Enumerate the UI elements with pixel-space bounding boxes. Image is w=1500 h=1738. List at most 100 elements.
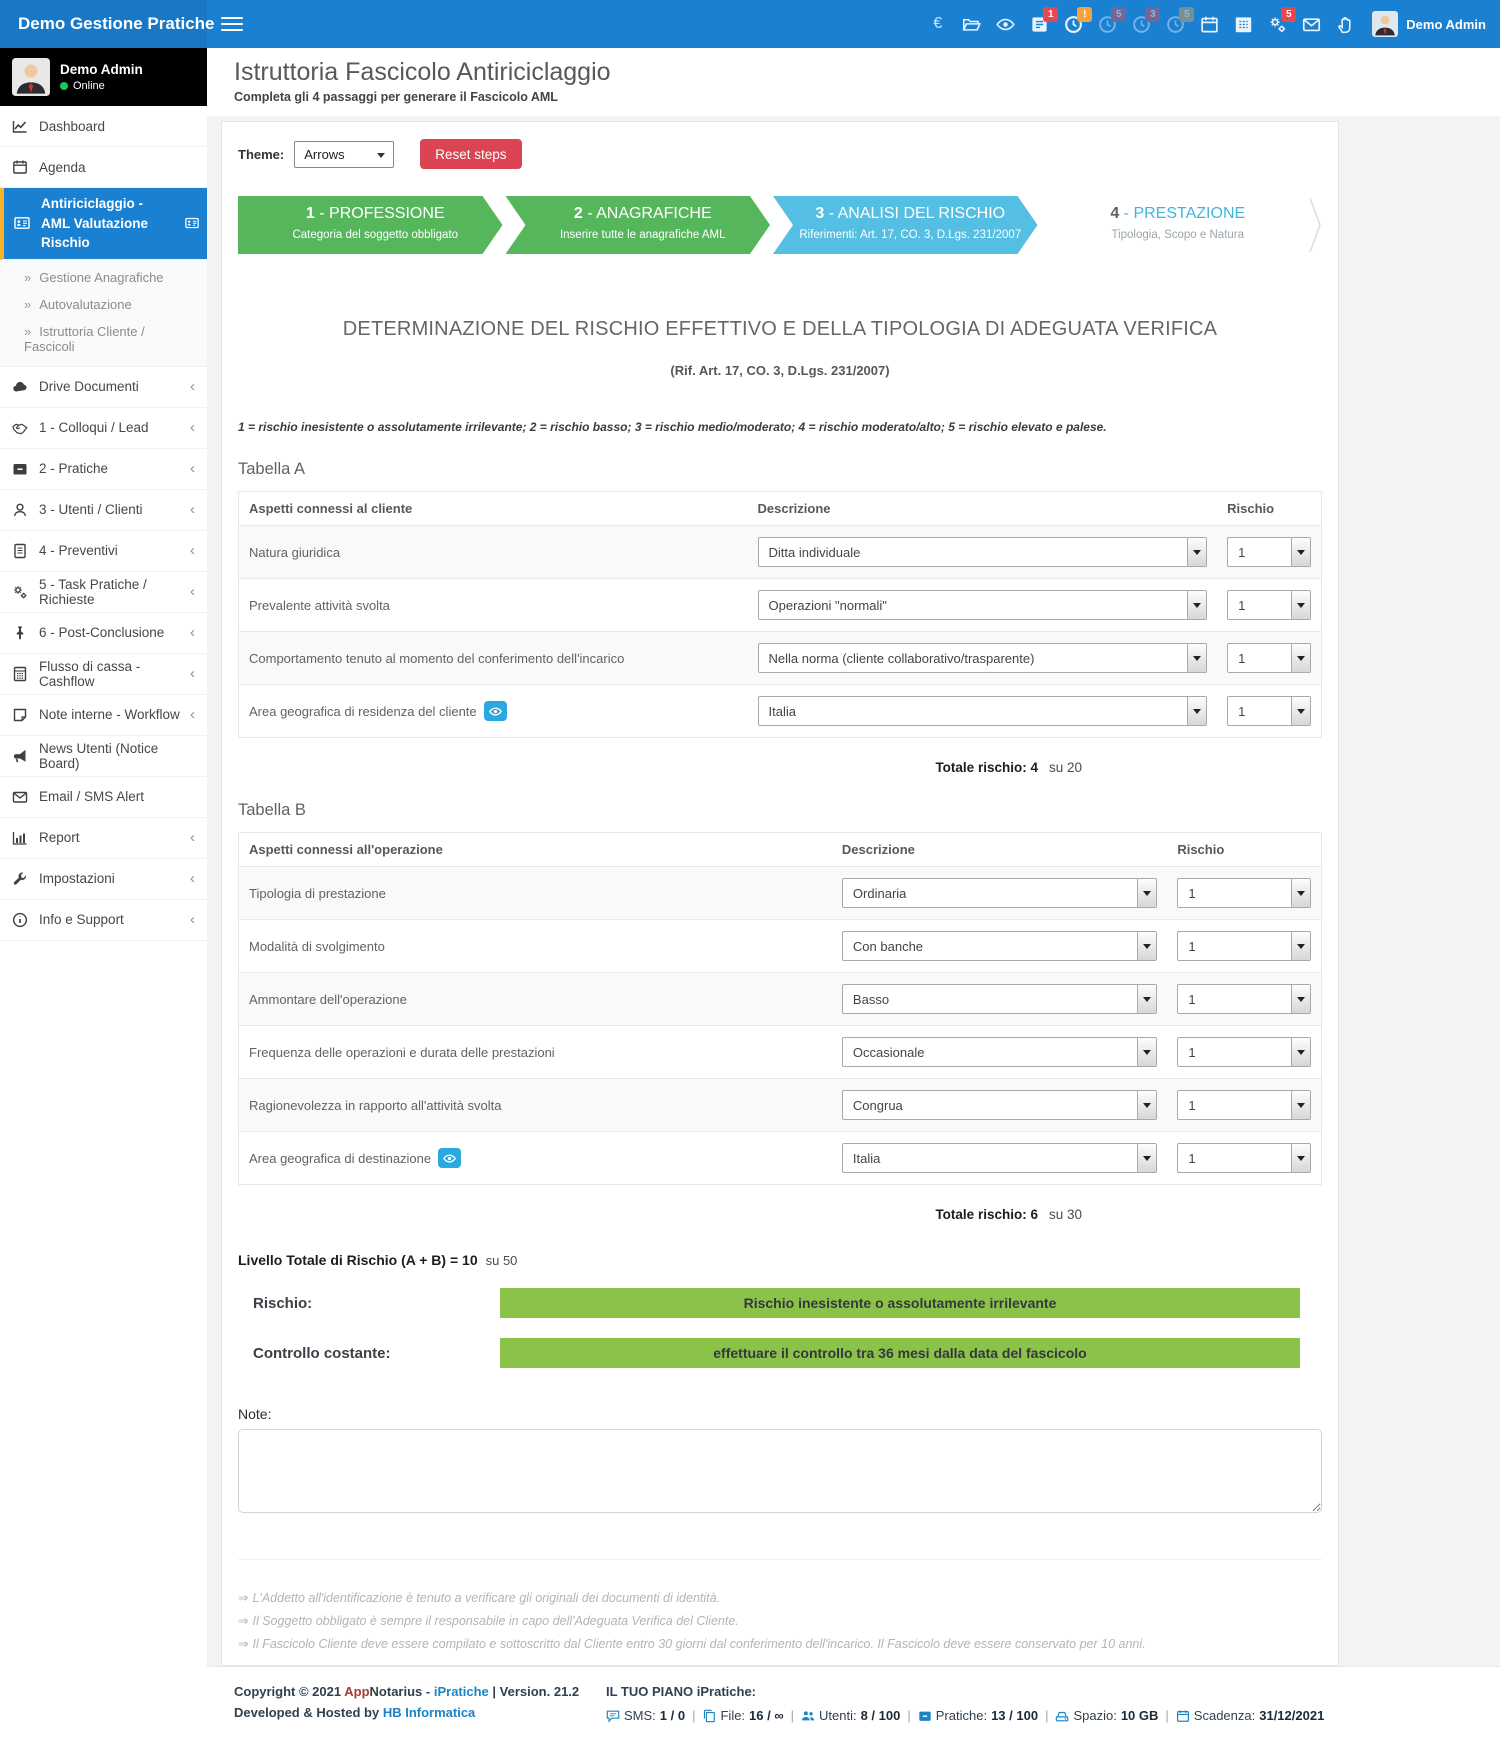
risk-select[interactable]: 1 (1177, 1143, 1311, 1173)
description-select[interactable]: Occasionale (842, 1037, 1157, 1067)
select-arrow-button[interactable] (1291, 1144, 1310, 1172)
euro-icon[interactable]: € (927, 14, 948, 35)
sidebar-subitem-autovalutazione[interactable]: »Autovalutazione (0, 291, 207, 318)
description-select[interactable]: Congrua (842, 1090, 1157, 1120)
calendar-grid-icon[interactable] (1233, 14, 1254, 35)
risk-select[interactable]: 1 (1227, 537, 1311, 567)
clock-alert-icon[interactable]: ! (1063, 14, 1084, 35)
select-arrow-button[interactable] (1291, 697, 1310, 725)
select-arrow-button[interactable] (1291, 932, 1310, 960)
sidebar-item-2-pratiche[interactable]: 2 - Pratiche‹ (0, 449, 207, 490)
select-arrow-button[interactable] (1187, 538, 1206, 566)
wizard-step-1[interactable]: 1 - PROFESSIONE Categoria del soggetto o… (238, 196, 503, 254)
app-brand[interactable]: Demo Gestione Pratiche (0, 0, 207, 48)
select-arrow-button[interactable] (1291, 1038, 1310, 1066)
document-icon (12, 543, 29, 559)
sidebar-item-1-colloqui-lead[interactable]: 1 - Colloqui / Lead‹ (0, 408, 207, 449)
wrench-icon (12, 871, 29, 887)
sidebar-item-info-e-support[interactable]: Info e Support‹ (0, 900, 207, 941)
risk-select[interactable]: 1 (1177, 931, 1311, 961)
sidebar-item-6-post-conclusione[interactable]: 6 - Post-Conclusione‹ (0, 613, 207, 654)
clock-icon[interactable]: 3 (1131, 14, 1152, 35)
select-arrow-button[interactable] (1137, 879, 1156, 907)
sidebar-item-4-preventivi[interactable]: 4 - Preventivi‹ (0, 531, 207, 572)
description-select[interactable]: Ditta individuale (758, 537, 1208, 567)
folder-open-icon[interactable] (961, 14, 982, 35)
sidebar-subitem-istruttoria-cliente-fascicoli[interactable]: »Istruttoria Cliente / Fascicoli (0, 318, 207, 360)
select-arrow-button[interactable] (1291, 591, 1310, 619)
risk-select[interactable]: 1 (1227, 696, 1311, 726)
sidebar-toggle-icon[interactable] (221, 13, 243, 35)
risk-select[interactable]: 1 (1227, 590, 1311, 620)
notification-badge: 5 (1179, 7, 1194, 22)
sidebar-item-agenda[interactable]: Agenda (0, 147, 207, 188)
select-arrow-button[interactable] (1137, 1144, 1156, 1172)
risk-select[interactable]: 1 (1177, 878, 1311, 908)
select-arrow-button[interactable] (1187, 591, 1206, 619)
avatar (1372, 11, 1398, 37)
sidebar-item-antiriciclaggio-aml-valutazione-rischio[interactable]: Antiriciclaggio - AML Valutazione Rischi… (0, 188, 207, 260)
angle-double-right-icon: » (24, 297, 31, 312)
description-select[interactable]: Con banche (842, 931, 1157, 961)
sidebar-item-3-utenti-clienti[interactable]: 3 - Utenti / Clienti‹ (0, 490, 207, 531)
sidebar-item-flusso-di-cassa-cashflow[interactable]: Flusso di cassa - Cashflow‹ (0, 654, 207, 695)
risk-select[interactable]: 1 (1177, 984, 1311, 1014)
select-arrow-button[interactable] (1137, 932, 1156, 960)
wizard-step-3[interactable]: 3 - ANALISI DEL RISCHIO Riferimenti: Art… (773, 196, 1038, 254)
sidebar-subitem-gestione-anagrafiche[interactable]: »Gestione Anagrafiche (0, 264, 207, 291)
sidebar-item-email-sms-alert[interactable]: Email / SMS Alert (0, 777, 207, 818)
reset-steps-button[interactable]: Reset steps (420, 139, 521, 169)
control-result-bar: effettuare il controllo tra 36 mesi dall… (500, 1338, 1300, 1368)
envelope-icon[interactable] (1301, 14, 1322, 35)
wizard-step-4[interactable]: 4 - PRESTAZIONE Tipologia, Scopo e Natur… (1041, 196, 1306, 254)
gears-icon[interactable]: 5 (1267, 14, 1288, 35)
sidebar-item-news-utenti-notice-board[interactable]: News Utenti (Notice Board) (0, 736, 207, 777)
hand-icon[interactable] (1335, 14, 1356, 35)
navbar-user-menu[interactable]: Demo Admin (1372, 11, 1486, 37)
select-arrow-button[interactable] (1137, 1091, 1156, 1119)
select-arrow-button[interactable] (1291, 644, 1310, 672)
calendar-icon[interactable] (1199, 14, 1220, 35)
description-select[interactable]: Ordinaria (842, 878, 1157, 908)
theme-select[interactable]: Arrows (294, 141, 394, 168)
eye-preview-button[interactable] (484, 701, 507, 721)
select-arrow-button[interactable] (1291, 1091, 1310, 1119)
description-select[interactable]: Nella norma (cliente collaborativo/trasp… (758, 643, 1208, 673)
sidebar-item-dashboard[interactable]: Dashboard (0, 106, 207, 147)
select-arrow-button[interactable] (1137, 1038, 1156, 1066)
hb-informatica-link[interactable]: HB Informatica (383, 1705, 475, 1720)
description-select[interactable]: Operazioni "normali" (758, 590, 1208, 620)
gears-icon (12, 584, 29, 600)
select-arrow-button[interactable] (1187, 644, 1206, 672)
select-arrow-button[interactable] (1291, 538, 1310, 566)
description-select[interactable]: Italia (758, 696, 1208, 726)
risk-select[interactable]: 1 (1177, 1037, 1311, 1067)
eye-preview-button[interactable] (438, 1148, 461, 1168)
description-select[interactable]: Basso (842, 984, 1157, 1014)
brand-notarius[interactable]: Notarius (370, 1684, 423, 1699)
clock-icon[interactable]: 5 (1165, 14, 1186, 35)
ipratiche-link[interactable]: iPratiche (434, 1684, 489, 1699)
description-select[interactable]: Italia (842, 1143, 1157, 1173)
select-arrow-button[interactable] (1291, 879, 1310, 907)
risk-select[interactable]: 1 (1177, 1090, 1311, 1120)
select-arrow-button[interactable] (1137, 985, 1156, 1013)
sidebar-item-impostazioni[interactable]: Impostazioni‹ (0, 859, 207, 900)
sidebar-item-5-task-pratiche-richieste[interactable]: 5 - Task Pratiche / Richieste‹ (0, 572, 207, 613)
sidebar-item-drive-documenti[interactable]: Drive Documenti‹ (0, 367, 207, 408)
newspaper-icon[interactable]: 1 (1029, 14, 1050, 35)
aspect-label: Prevalente attività svolta (239, 579, 748, 631)
sidebar-item-note-interne-workflow[interactable]: Note interne - Workflow‹ (0, 695, 207, 736)
select-arrow-button[interactable] (1291, 985, 1310, 1013)
id-card-icon (185, 216, 199, 230)
clock-icon[interactable]: 5 (1097, 14, 1118, 35)
wizard-step-2[interactable]: 2 - ANAGRAFICHE Inserire tutte le anagra… (506, 196, 771, 254)
eye-icon[interactable] (995, 14, 1016, 35)
separator: | (1045, 1705, 1048, 1727)
copyright-block: Copyright © 2021 AppNotarius - iPratiche… (234, 1681, 606, 1738)
risk-select[interactable]: 1 (1227, 643, 1311, 673)
plan-stat-scadenza: Scadenza: 31/12/2021 (1176, 1705, 1325, 1727)
select-arrow-button[interactable] (1187, 697, 1206, 725)
sidebar-item-report[interactable]: Report‹ (0, 818, 207, 859)
note-textarea[interactable] (238, 1429, 1322, 1513)
